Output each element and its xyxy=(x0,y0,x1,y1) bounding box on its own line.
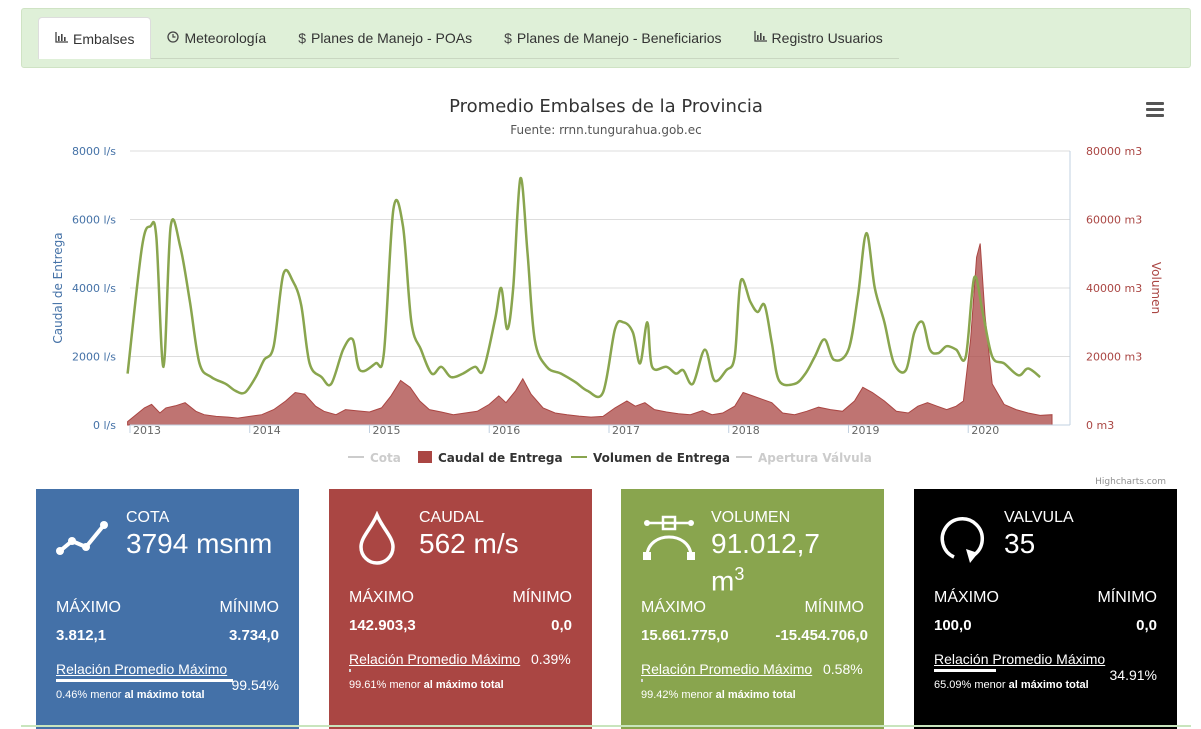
dollar-icon: $ xyxy=(504,30,512,46)
y-right-tick-label: 40000 m3 xyxy=(1086,282,1142,295)
x-tick-label: 2017 xyxy=(612,424,640,437)
y-right-tick-label: 80000 m3 xyxy=(1086,145,1142,158)
x-tick-label: 2015 xyxy=(372,424,400,437)
relation-percent: 34.91% xyxy=(1109,667,1157,683)
y-right-tick-label: 20000 m3 xyxy=(1086,351,1142,364)
tab-label: Planes de Manejo - POAs xyxy=(310,30,473,46)
legend-symbol xyxy=(418,451,432,463)
bezier-curve-icon xyxy=(643,515,695,560)
x-tick-label: 2020 xyxy=(971,424,999,437)
relation-label: Relación Promedio Máximo xyxy=(349,651,521,667)
x-tick-label: 2016 xyxy=(492,424,520,437)
dollar-icon: $ xyxy=(298,30,306,46)
relation-progress-bar xyxy=(349,669,351,672)
tab-meteorologia[interactable]: Meteorología xyxy=(151,17,282,59)
tab-label: Planes de Manejo - Beneficiarios xyxy=(516,30,722,46)
relation-progress-bar xyxy=(641,679,643,682)
chart-container: Promedio Embalses de la Provincia Fuente… xyxy=(40,88,1180,488)
relation-percent: 0.58% xyxy=(823,661,863,677)
bar-chart-icon xyxy=(55,31,68,46)
y-left-tick-label: 8000 l/s xyxy=(72,145,116,158)
nav-bar: Embalses Meteorología $ Planes de Manejo… xyxy=(21,8,1191,68)
min-label: MÍNIMO xyxy=(512,589,572,606)
legend-item: Apertura Válvula xyxy=(758,451,872,465)
max-label: MÁXIMO xyxy=(349,589,414,606)
bar-chart-icon xyxy=(753,31,767,45)
max-label: MÁXIMO xyxy=(56,599,121,616)
x-tick-label: 2013 xyxy=(133,424,161,437)
legend-item: Volumen de Entrega xyxy=(593,451,730,465)
card-label: CAUDAL xyxy=(419,509,484,526)
card-value: 91.012,7 m3 xyxy=(711,528,820,597)
tab-planes-poas[interactable]: $ Planes de Manejo - POAs xyxy=(282,17,488,59)
valvula-card: VALVULA 35 MÁXIMO MÍNIMO 100,0 0,0 Relac… xyxy=(914,489,1177,729)
tab-embalses[interactable]: Embalses xyxy=(38,17,152,59)
legend-item: Caudal de Entrega xyxy=(438,451,563,465)
relation-note: 99.42% menor al máximo total xyxy=(641,689,796,701)
y-left-tick-label: 4000 l/s xyxy=(72,282,116,295)
card-label: VALVULA xyxy=(1004,509,1074,526)
caudal-card: CAUDAL 562 m/s MÁXIMO MÍNIMO 142.903,3 0… xyxy=(329,489,592,729)
tab-registro-usuarios[interactable]: Registro Usuarios xyxy=(738,17,899,59)
line-chart-icon xyxy=(56,521,108,555)
y-left-tick-label: 0 l/s xyxy=(93,419,116,432)
tab-label: Embalses xyxy=(73,30,135,47)
relation-percent: 0.39% xyxy=(531,651,571,667)
min-label: MÍNIMO xyxy=(804,599,864,616)
min-value: 0,0 xyxy=(1136,617,1157,634)
min-value: -15.454.706,0 xyxy=(775,627,868,644)
tab-planes-beneficiarios[interactable]: $ Planes de Manejo - Beneficiarios xyxy=(488,17,737,59)
relation-label: Relación Promedio Máximo xyxy=(934,651,1106,667)
max-value: 100,0 xyxy=(934,617,972,634)
card-label: VOLUMEN xyxy=(711,509,791,526)
card-label: COTA xyxy=(126,509,170,526)
max-value: 15.661.775,0 xyxy=(641,627,729,644)
card-value: 3794 msnm xyxy=(126,528,273,559)
max-value: 142.903,3 xyxy=(349,617,416,634)
cota-card: COTA 3794 msnm MÁXIMO MÍNIMO 3.812,1 3.7… xyxy=(36,489,299,729)
volumen-line-series xyxy=(126,177,1041,399)
card-value: 562 m/s xyxy=(419,528,519,559)
relation-note: 65.09% menor al máximo total xyxy=(934,679,1089,691)
drop-icon xyxy=(359,511,395,565)
card-value: 35 xyxy=(1004,528,1036,559)
clock-icon xyxy=(167,30,180,46)
max-value: 3.812,1 xyxy=(56,627,107,644)
relation-percent: 99.54% xyxy=(231,677,279,693)
max-label: MÁXIMO xyxy=(641,599,706,616)
x-tick-label: 2018 xyxy=(732,424,760,437)
y-left-tick-label: 2000 l/s xyxy=(72,351,116,364)
y-right-axis-title: Volumen xyxy=(1149,262,1163,314)
tab-list: Embalses Meteorología $ Planes de Manejo… xyxy=(38,17,899,59)
min-label: MÍNIMO xyxy=(1097,589,1157,606)
tab-label: Meteorología xyxy=(184,30,267,46)
min-value: 3.734,0 xyxy=(228,627,279,644)
volumen-card: VOLUMEN 91.012,7 m3 MÁXIMO MÍNIMO 15.661.… xyxy=(621,489,884,729)
relation-label: Relación Promedio Máximo xyxy=(641,661,813,677)
relation-note: 0.46% menor al máximo total xyxy=(56,689,205,701)
min-label: MÍNIMO xyxy=(219,599,279,616)
legend-item: Cota xyxy=(370,451,401,465)
x-tick-label: 2019 xyxy=(851,424,879,437)
chart-svg: 0 l/s 0 m3 2000 l/s 20000 m3 4000 l/s 40000 m… xyxy=(51,145,1166,487)
y-right-tick-label: 0 m3 xyxy=(1086,419,1114,432)
y-left-axis-title: Caudal de Entrega xyxy=(51,232,65,343)
circular-arrow-icon xyxy=(940,517,985,563)
relation-progress-bar xyxy=(934,669,996,672)
chart-credits: Highcharts.com xyxy=(1095,477,1166,487)
min-value: 0,0 xyxy=(551,617,572,634)
relation-note: 99.61% menor al máximo total xyxy=(349,679,504,691)
tab-label: Registro Usuarios xyxy=(771,30,883,46)
x-tick-label: 2014 xyxy=(253,424,281,437)
relation-progress-bar xyxy=(56,679,233,682)
relation-label: Relación Promedio Máximo xyxy=(56,661,228,677)
footer-divider xyxy=(21,725,1191,727)
y-right-tick-label: 60000 m3 xyxy=(1086,214,1142,227)
y-left-tick-label: 6000 l/s xyxy=(72,214,116,227)
max-label: MÁXIMO xyxy=(934,589,999,606)
